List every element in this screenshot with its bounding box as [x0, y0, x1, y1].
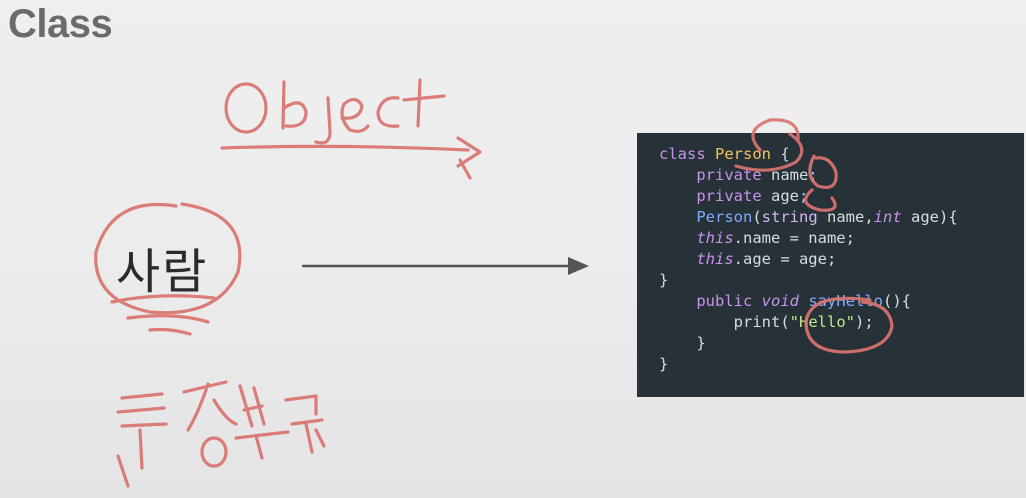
code-token: } [659, 271, 669, 289]
code-token: ( [752, 208, 762, 226]
code-line: private age; [659, 186, 1024, 207]
code-token: { [771, 145, 790, 163]
code-line: class Person { [659, 144, 1024, 165]
code-token: string [761, 208, 818, 226]
code-token: this [696, 229, 734, 247]
code-token: (){ [882, 292, 911, 310]
code-token: this [696, 250, 734, 268]
code-token: } [659, 355, 669, 373]
code-line: } [659, 354, 1024, 375]
code-token: Person [715, 145, 771, 163]
code-token: sayHello [808, 292, 883, 310]
code-token: ); [854, 313, 874, 331]
code-token: age){ [901, 208, 958, 226]
code-token: age [770, 187, 799, 205]
code-token: .name = name; [733, 229, 855, 247]
code-line: this.age = age; [659, 249, 1024, 270]
code-token: public [659, 292, 762, 310]
code-line: public void sayHello(){ [659, 291, 1024, 312]
code-token: class [659, 145, 715, 163]
code-line: } [659, 270, 1024, 291]
code-token: name, [817, 208, 874, 226]
code-token: } [659, 334, 706, 352]
code-token: name [770, 166, 809, 184]
code-token: print( [659, 313, 790, 331]
code-line: print("Hello"); [659, 312, 1024, 333]
code-token: ; [798, 187, 809, 205]
code-block: class Person { private name; private age… [659, 144, 1024, 375]
code-token: void [761, 292, 799, 310]
code-token: private [659, 166, 771, 184]
code-token: int [873, 208, 902, 226]
code-token: private [659, 187, 771, 205]
code-token: Person [659, 208, 753, 226]
code-token: "Hello" [789, 313, 855, 331]
code-line: private name; [659, 165, 1024, 186]
code-token: .age = age; [733, 250, 837, 268]
code-token: ; [808, 166, 818, 184]
code-line: this.name = name; [659, 228, 1024, 249]
code-line: Person(string name,int age){ [659, 207, 1024, 228]
code-panel: class Person { private name; private age… [637, 133, 1024, 397]
code-line: } [659, 333, 1024, 354]
